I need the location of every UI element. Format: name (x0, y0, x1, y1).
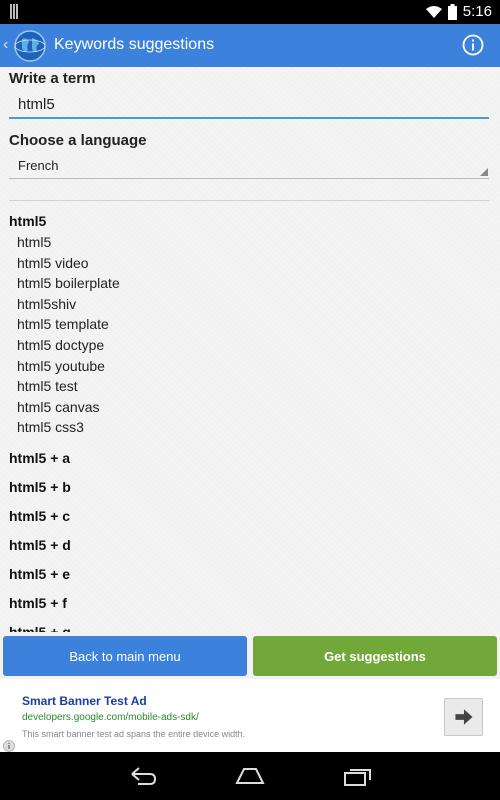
suggestion-item[interactable]: html5 boilerplate (0, 273, 500, 294)
ad-description: This smart banner test ad spans the enti… (22, 729, 246, 739)
ad-info-icon[interactable] (3, 740, 15, 752)
wifi-icon (425, 5, 442, 18)
battery-icon (447, 3, 457, 20)
notification-icon (10, 4, 18, 19)
ad-title[interactable]: Smart Banner Test Ad (22, 694, 147, 708)
group-title[interactable]: html5 + a (0, 444, 500, 473)
group-title[interactable]: html5 (0, 210, 500, 232)
main-content[interactable]: Write a term Choose a language French ht… (0, 67, 500, 632)
home-nav-icon[interactable] (235, 766, 265, 786)
term-input[interactable] (9, 92, 489, 119)
get-suggestions-button[interactable]: Get suggestions (253, 636, 497, 676)
up-chevron-icon[interactable]: ‹ (3, 36, 8, 54)
suggestion-item[interactable]: html5 doctype (0, 335, 500, 356)
suggestion-item[interactable]: html5 canvas (0, 397, 500, 418)
group-title[interactable]: html5 + e (0, 560, 500, 589)
group-title[interactable]: html5 + f (0, 589, 500, 618)
action-bar: ‹ Keywords suggestions (0, 24, 500, 67)
status-time: 5:16 (462, 3, 492, 20)
suggestion-item[interactable]: html5 test (0, 376, 500, 397)
suggestion-item[interactable]: html5 template (0, 314, 500, 335)
group-title[interactable]: html5 + d (0, 531, 500, 560)
language-select[interactable]: French (9, 155, 489, 179)
navigation-bar (0, 752, 500, 800)
language-select-value: French (18, 158, 59, 173)
ad-url[interactable]: developers.google.com/mobile-ads-sdk/ (22, 712, 199, 723)
page-title: Keywords suggestions (54, 36, 215, 53)
suggestion-item[interactable]: html5 video (0, 253, 500, 274)
recent-apps-nav-icon[interactable] (343, 766, 373, 786)
group-title[interactable]: html5 + b (0, 473, 500, 502)
divider (9, 200, 489, 201)
suggestion-item[interactable]: html5shiv (0, 294, 500, 315)
suggestion-item[interactable]: html5 css3 (0, 417, 500, 438)
status-bar: 5:16 (0, 0, 500, 24)
language-label: Choose a language (9, 132, 147, 149)
ad-arrow-icon[interactable] (444, 698, 483, 736)
group-title[interactable]: html5 + c (0, 502, 500, 531)
status-icons: 5:16 (425, 3, 492, 20)
ad-banner[interactable]: Smart Banner Test Ad developers.google.c… (0, 679, 500, 752)
back-nav-icon[interactable] (128, 766, 158, 786)
globe-app-icon[interactable] (13, 29, 47, 63)
suggestion-item[interactable]: html5 youtube (0, 356, 500, 377)
suggestion-item[interactable]: html5 (0, 232, 500, 253)
dropdown-triangle-icon (480, 168, 488, 176)
info-icon[interactable] (462, 34, 484, 56)
group-title[interactable]: html5 + g (0, 618, 500, 632)
term-label: Write a term (9, 70, 96, 87)
back-to-main-menu-button[interactable]: Back to main menu (3, 636, 247, 676)
suggestions-list[interactable]: html5 html5 html5 video html5 boilerplat… (0, 210, 500, 632)
